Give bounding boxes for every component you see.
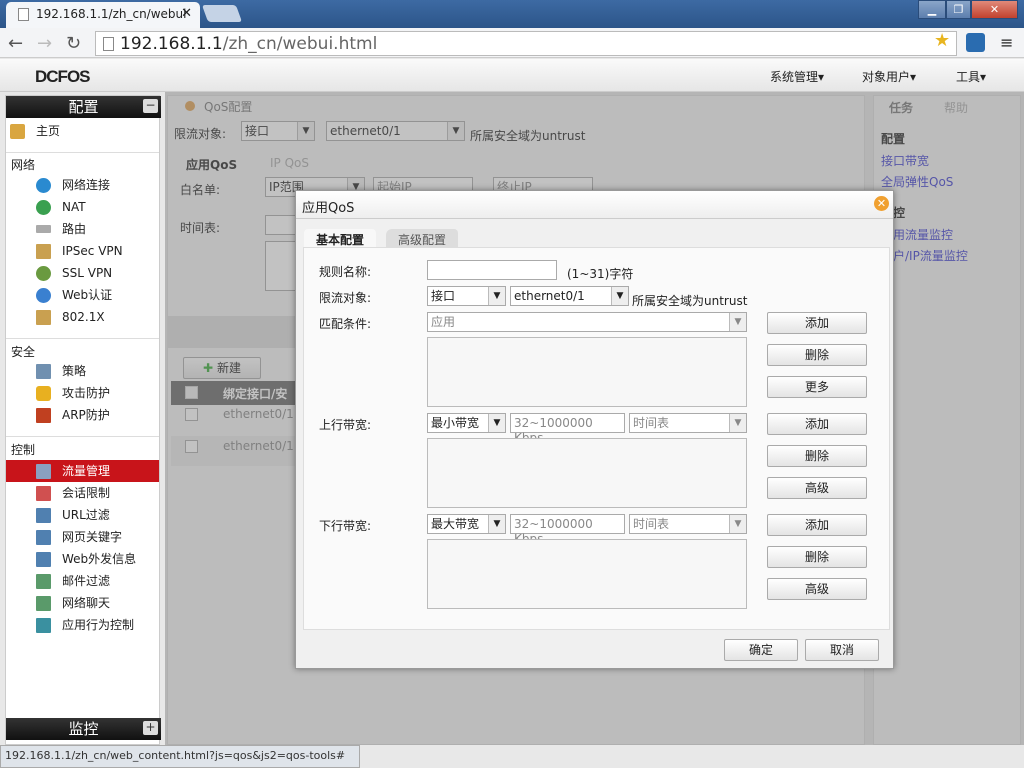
sidebar-item[interactable]: 802.1X bbox=[6, 306, 159, 328]
tab-basic[interactable]: 基本配置 bbox=[304, 229, 377, 248]
dialog-title: 应用QoS bbox=[296, 191, 893, 219]
sidebar-item[interactable]: 策略 bbox=[6, 360, 159, 382]
forward-icon[interactable]: → bbox=[37, 33, 52, 54]
arp-icon bbox=[36, 408, 51, 423]
minimize-button[interactable]: ▁ bbox=[918, 0, 946, 19]
bookmark-star-icon[interactable]: ★ bbox=[934, 30, 950, 51]
up-schedule-select[interactable]: 时间表 ▼ bbox=[629, 413, 747, 433]
sidebar-item[interactable]: 会话限制 bbox=[6, 482, 159, 504]
down-schedule-select[interactable]: 时间表 ▼ bbox=[629, 514, 747, 534]
sidebar-item-traffic-management[interactable]: 流量管理 bbox=[6, 460, 159, 482]
sidebar-item-home[interactable]: 主页 bbox=[6, 120, 159, 142]
close-tab-icon[interactable]: ✕ bbox=[181, 6, 192, 21]
dialog-form: 规则名称: (1~31)字符 限流对象: 接口 ▼ ethernet0/1 ▼ 所属… bbox=[303, 247, 890, 630]
sidebar-item[interactable]: NAT bbox=[6, 196, 159, 218]
page-icon bbox=[18, 8, 29, 21]
app-qos-dialog: 应用QoS ✕ 基本配置 高级配置 规则名称: (1~31)字符 限流对象: 接… bbox=[295, 190, 894, 669]
browser-menu-icon[interactable]: ≡ bbox=[1000, 33, 1013, 52]
sidebar-monitor-header[interactable]: 监控 + bbox=[6, 718, 161, 740]
sidebar: 配置 − 主页 网络 网络连接 NAT 路由 IPSec VPN SSL VPN … bbox=[5, 95, 161, 745]
url-filter-icon bbox=[36, 508, 51, 523]
expand-icon[interactable]: + bbox=[143, 721, 158, 735]
reload-icon[interactable]: ↻ bbox=[66, 33, 81, 54]
ipsec-icon bbox=[36, 244, 51, 259]
address-bar[interactable]: 192.168.1.1/zh_cn/webui.html bbox=[95, 31, 957, 56]
keyword-icon bbox=[36, 530, 51, 545]
sidebar-item[interactable]: Web外发信息 bbox=[6, 548, 159, 570]
web-post-icon bbox=[36, 552, 51, 567]
rule-name-input[interactable] bbox=[427, 260, 557, 280]
match-condition-list[interactable] bbox=[427, 337, 747, 407]
up-bandwidth-input[interactable]: 32~1000000 Kbps bbox=[510, 413, 625, 445]
down-add-button[interactable]: 添加 bbox=[767, 514, 867, 536]
mail-filter-icon bbox=[36, 574, 51, 589]
chat-icon bbox=[36, 596, 51, 611]
up-bandwidth-type-select[interactable]: 最小带宽 ▼ bbox=[427, 413, 506, 433]
traffic-icon bbox=[36, 464, 51, 479]
match-delete-button[interactable]: 删除 bbox=[767, 344, 867, 366]
match-condition-select[interactable]: 应用 ▼ bbox=[427, 312, 747, 332]
sidebar-config-header[interactable]: 配置 − bbox=[6, 96, 161, 118]
limit-type-select[interactable]: 接口 ▼ bbox=[427, 286, 506, 306]
down-bandwidth-input[interactable]: 32~1000000 Kbps bbox=[510, 514, 625, 546]
back-icon[interactable]: ← bbox=[8, 33, 23, 54]
browser-status-bar: 192.168.1.1/zh_cn/web_content.html?js=qo… bbox=[0, 745, 360, 768]
up-delete-button[interactable]: 删除 bbox=[767, 445, 867, 467]
ok-button[interactable]: 确定 bbox=[724, 639, 798, 661]
logo: DCFOS bbox=[35, 67, 90, 86]
sidebar-item[interactable]: 网页关键字 bbox=[6, 526, 159, 548]
down-bandwidth-type-select[interactable]: 最大带宽 ▼ bbox=[427, 514, 506, 534]
new-tab-button[interactable] bbox=[201, 5, 243, 22]
shield-icon bbox=[36, 386, 51, 401]
sidebar-item[interactable]: Web认证 bbox=[6, 284, 159, 306]
browser-toolbar: ← → ↻ 192.168.1.1/zh_cn/webui.html ★ ≡ bbox=[0, 28, 1024, 58]
session-limit-icon bbox=[36, 486, 51, 501]
page-icon bbox=[103, 37, 114, 51]
down-advanced-button[interactable]: 高级 bbox=[767, 578, 867, 600]
section-control: 控制 bbox=[11, 443, 36, 457]
menu-tools[interactable]: 工具▾ bbox=[956, 68, 986, 85]
sidebar-item[interactable]: 应用行为控制 bbox=[6, 614, 159, 636]
maximize-button[interactable]: ❐ bbox=[946, 0, 971, 19]
nat-icon bbox=[36, 200, 51, 215]
section-network: 网络 bbox=[11, 158, 36, 172]
tab-advanced[interactable]: 高级配置 bbox=[386, 229, 459, 248]
sidebar-item[interactable]: 网络聊天 bbox=[6, 592, 159, 614]
extension-icon[interactable] bbox=[966, 33, 985, 52]
cancel-button[interactable]: 取消 bbox=[805, 639, 879, 661]
section-security: 安全 bbox=[11, 345, 36, 359]
ssl-vpn-icon bbox=[36, 266, 51, 281]
browser-tab-bar: 192.168.1.1/zh_cn/webui ✕ ▁ ❐ ✕ bbox=[0, 0, 1024, 28]
menu-system[interactable]: 系统管理▾ bbox=[770, 68, 824, 85]
web-auth-icon bbox=[36, 288, 51, 303]
down-delete-button[interactable]: 删除 bbox=[767, 546, 867, 568]
up-advanced-button[interactable]: 高级 bbox=[767, 477, 867, 499]
app-header: DCFOS 系统管理▾ 对象用户▾ 工具▾ bbox=[0, 59, 1024, 92]
sidebar-item[interactable]: 攻击防护 bbox=[6, 382, 159, 404]
down-bandwidth-list[interactable] bbox=[427, 539, 747, 609]
sidebar-item[interactable]: SSL VPN bbox=[6, 262, 159, 284]
collapse-icon[interactable]: − bbox=[143, 99, 158, 113]
menu-objects[interactable]: 对象用户▾ bbox=[862, 68, 916, 85]
sidebar-item[interactable]: 邮件过滤 bbox=[6, 570, 159, 592]
close-icon[interactable]: ✕ bbox=[874, 196, 889, 211]
policy-icon bbox=[36, 364, 51, 379]
limit-iface-select[interactable]: ethernet0/1 ▼ bbox=[510, 286, 629, 306]
sidebar-item[interactable]: 路由 bbox=[6, 218, 159, 240]
sidebar-item[interactable]: URL过滤 bbox=[6, 504, 159, 526]
match-add-button[interactable]: 添加 bbox=[767, 312, 867, 334]
up-bandwidth-list[interactable] bbox=[427, 438, 747, 508]
sidebar-item[interactable]: IPSec VPN bbox=[6, 240, 159, 262]
match-more-button[interactable]: 更多 bbox=[767, 376, 867, 398]
key-icon bbox=[36, 310, 51, 325]
sidebar-item[interactable]: 网络连接 bbox=[6, 174, 159, 196]
app-control-icon bbox=[36, 618, 51, 633]
globe-icon bbox=[36, 178, 51, 193]
home-icon bbox=[10, 124, 25, 139]
router-icon bbox=[36, 225, 51, 233]
sidebar-item[interactable]: ARP防护 bbox=[6, 404, 159, 426]
close-window-button[interactable]: ✕ bbox=[971, 0, 1018, 19]
up-add-button[interactable]: 添加 bbox=[767, 413, 867, 435]
browser-tab[interactable]: 192.168.1.1/zh_cn/webui ✕ bbox=[6, 2, 200, 28]
